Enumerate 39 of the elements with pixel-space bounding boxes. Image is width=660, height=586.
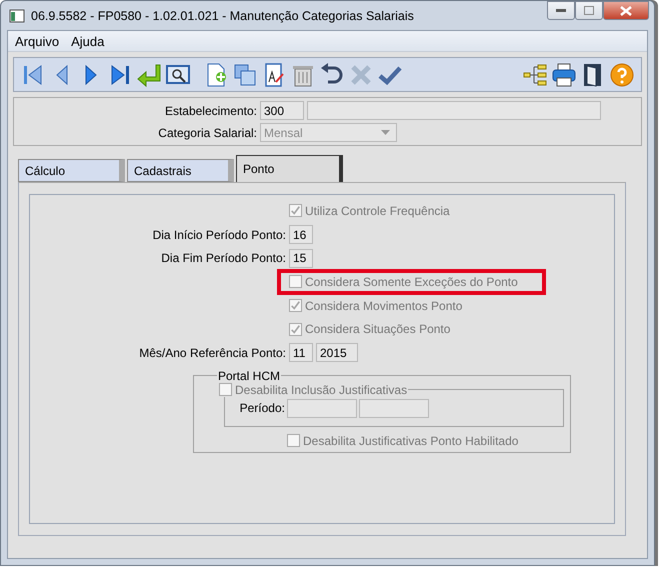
window-title: 06.9.5582 - FP0580 - 1.02.01.021 - Manutenção Categorias Salariais	[31, 8, 414, 22]
input-field[interactable]: 11	[289, 343, 313, 362]
field-label: Estabelecimento:	[164, 104, 257, 118]
field-label: Categoria Salarial:	[157, 126, 257, 140]
copy-icon[interactable]	[232, 62, 258, 88]
tab[interactable]: Cálculo	[18, 159, 125, 182]
input-field[interactable]: 15	[289, 248, 313, 268]
checkbox-label: Desabilita Justificativas Ponto Habilitado	[303, 434, 518, 448]
minimize-icon	[556, 8, 566, 12]
menu-item[interactable]: Arquivo	[15, 34, 60, 48]
minimize-button[interactable]	[547, 1, 575, 20]
tab[interactable]: Ponto	[236, 155, 343, 182]
field-label: Dia Início Período Ponto:	[152, 228, 286, 242]
checkbox-label: Considera Situações Ponto	[305, 322, 450, 336]
menu-item[interactable]: Ajuda	[71, 34, 104, 48]
close-icon	[620, 6, 632, 16]
tree-icon[interactable]	[522, 62, 548, 88]
field-label: Dia Fim Período Ponto:	[160, 251, 286, 266]
maximize-icon	[584, 6, 594, 15]
caret-icon	[381, 130, 390, 135]
checkbox-label: Considera Somente Exceções do Ponto	[305, 274, 518, 289]
input-field[interactable]: 300	[260, 101, 304, 120]
input-field[interactable]	[307, 101, 601, 120]
field-label: Mês/Ano Referência Ponto:	[138, 346, 286, 360]
checkbox-label: Desabilita Inclusão Justificativas	[235, 382, 408, 397]
close-button[interactable]	[603, 1, 649, 20]
input-field[interactable]: 2015	[316, 343, 358, 362]
input-field[interactable]	[287, 398, 357, 418]
help-icon[interactable]	[609, 62, 635, 88]
field-label: Período:	[238, 401, 285, 416]
app-icon	[9, 8, 25, 24]
input-field[interactable]	[359, 398, 429, 418]
printer-icon[interactable]	[551, 62, 577, 88]
checkbox-label: Considera Movimentos Ponto	[305, 298, 462, 313]
tab[interactable]: Cadastrais	[127, 159, 234, 182]
maximize-button[interactable]	[575, 1, 603, 20]
group-title: Portal HCM	[217, 368, 282, 383]
checkbox-label: Utiliza Controle Frequência	[305, 204, 450, 218]
input-field[interactable]: 16	[289, 225, 313, 244]
